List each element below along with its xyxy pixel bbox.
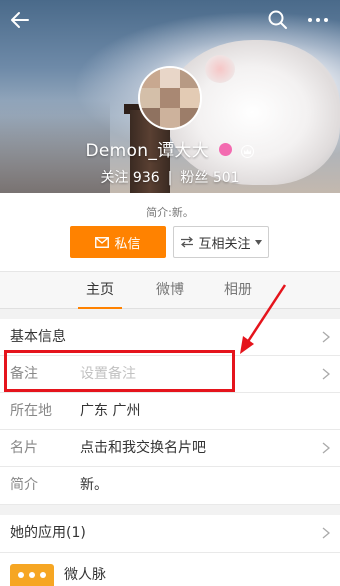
card-label: 名片 xyxy=(10,440,38,456)
verified-badge-icon xyxy=(218,142,232,156)
follow-label: 关注 xyxy=(100,170,129,186)
intro-value: 新。 xyxy=(80,477,108,493)
cover-dog-ear xyxy=(205,55,235,83)
mutual-follow-button[interactable]: 互相关注 xyxy=(173,226,269,258)
card-row[interactable]: 名片 点击和我交换名片吧 xyxy=(0,430,340,467)
caret-down-icon xyxy=(254,239,262,245)
profile-cover: Demon_谭大大 关注 936 | 粉丝 501 xyxy=(0,0,340,193)
intro-row: 简介 新。 xyxy=(0,467,340,505)
card-value: 点击和我交换名片吧 xyxy=(80,440,206,456)
intro-label: 简介 xyxy=(10,477,38,493)
section-gap xyxy=(0,309,340,319)
tab-home[interactable]: 主页 xyxy=(70,272,130,309)
follow-stat[interactable]: 关注 936 xyxy=(100,170,159,186)
intro-area: 简介:新。 私信 互相关注 xyxy=(0,193,340,271)
arrow-left-icon[interactable] xyxy=(6,6,34,34)
tab-album[interactable]: 相册 xyxy=(208,272,268,309)
message-button[interactable]: 私信 xyxy=(70,226,166,258)
apps-title: 她的应用(1) xyxy=(10,525,86,541)
app-icon xyxy=(10,564,54,586)
section-gap xyxy=(0,505,340,515)
chevron-right-icon xyxy=(322,331,330,343)
mutual-follow-label: 互相关注 xyxy=(198,236,251,252)
more-horizontal-icon[interactable] xyxy=(304,6,332,34)
crown-icon xyxy=(241,143,255,158)
top-bar xyxy=(0,0,340,40)
chevron-right-icon xyxy=(322,368,330,380)
chevron-right-icon xyxy=(322,527,330,539)
stats-separator: | xyxy=(167,170,173,186)
fans-count: 501 xyxy=(212,170,240,186)
location-row: 所在地 广东 广州 xyxy=(0,393,340,430)
follow-stats: 关注 936 | 粉丝 501 xyxy=(0,167,340,187)
highlight-box xyxy=(4,350,235,392)
message-button-label: 私信 xyxy=(114,236,141,252)
location-label: 所在地 xyxy=(10,403,52,419)
follow-count: 936 xyxy=(132,170,160,186)
search-icon[interactable] xyxy=(264,6,292,34)
apps-header-row[interactable]: 她的应用(1) xyxy=(0,515,340,553)
app-name: 微人脉 xyxy=(64,567,106,583)
location-value: 广东 广州 xyxy=(80,403,141,419)
tab-weibo[interactable]: 微博 xyxy=(140,272,200,309)
avatar[interactable] xyxy=(138,66,202,130)
fans-label: 粉丝 xyxy=(180,170,209,186)
mail-icon xyxy=(95,236,110,248)
profile-name: Demon_谭大大 xyxy=(85,141,210,161)
chevron-right-icon xyxy=(322,442,330,454)
profile-name-row: Demon_谭大大 xyxy=(0,136,340,161)
fans-stat[interactable]: 粉丝 501 xyxy=(180,170,239,186)
intro-text: 简介:新。 xyxy=(146,206,194,219)
profile-tabs: 主页 微博 相册 xyxy=(0,271,340,309)
swap-arrows-icon xyxy=(181,236,194,248)
